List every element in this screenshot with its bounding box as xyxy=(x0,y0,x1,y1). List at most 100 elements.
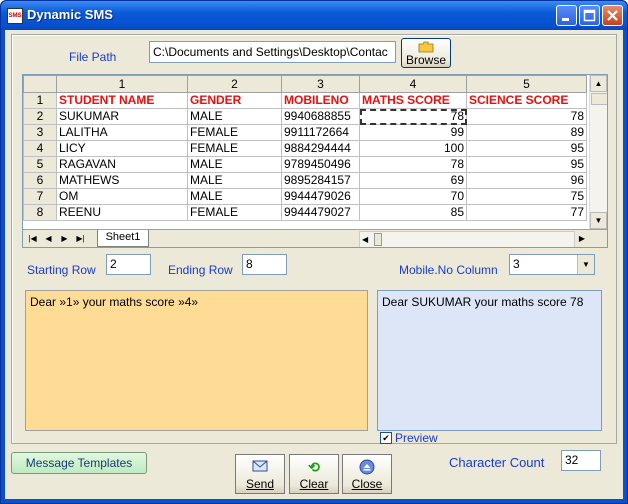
ending-row-label: Ending Row xyxy=(168,263,233,277)
table-cell[interactable]: 75 xyxy=(466,188,587,205)
table-cell[interactable]: 9884294444 xyxy=(281,140,360,157)
preview-label: Preview xyxy=(395,431,438,445)
table-cell[interactable]: 70 xyxy=(359,188,467,205)
table-cell[interactable]: 100 xyxy=(359,140,467,157)
table-cell[interactable]: FEMALE xyxy=(187,140,282,157)
table-cell[interactable]: 78 xyxy=(359,156,467,173)
last-sheet-icon[interactable]: ▶| xyxy=(73,231,88,246)
close-button[interactable]: Close xyxy=(342,454,392,494)
table-cell[interactable]: 9911172664 xyxy=(281,124,360,141)
table-row: 8 REENU FEMALE 9944479027 85 77 xyxy=(23,204,587,221)
client-area: File Path C:\Documents and Settings\Desk… xyxy=(5,30,623,499)
table-cell[interactable]: 9789450496 xyxy=(281,156,360,173)
table-cell[interactable]: LALITHA xyxy=(56,124,188,141)
table-row: 5 RAGAVAN MALE 9789450496 78 95 xyxy=(23,156,587,173)
table-cell[interactable]: MALE xyxy=(187,172,282,189)
table-cell[interactable]: 95 xyxy=(466,140,587,157)
table-cell[interactable]: 9895284157 xyxy=(281,172,360,189)
ending-row-input[interactable]: 8 xyxy=(242,254,287,275)
table-cell[interactable]: FEMALE xyxy=(187,124,282,141)
next-sheet-icon[interactable]: ▶ xyxy=(57,231,72,246)
table-cell[interactable]: 78 xyxy=(466,108,587,125)
table-row: 4 LICY FEMALE 9884294444 100 95 xyxy=(23,140,587,157)
column-number[interactable]: 2 xyxy=(187,75,282,93)
row-number[interactable]: 4 xyxy=(23,140,57,157)
column-number[interactable]: 5 xyxy=(466,75,587,93)
header-cell[interactable]: GENDER xyxy=(187,92,282,109)
preview-checkbox[interactable]: ✔ xyxy=(380,432,392,444)
column-number-row: 1 2 3 4 5 xyxy=(23,75,587,93)
row-number[interactable]: 5 xyxy=(23,156,57,173)
clear-button[interactable]: ⟲ Clear xyxy=(289,454,339,494)
message-templates-button[interactable]: Message Templates xyxy=(11,452,147,474)
first-sheet-icon[interactable]: |◀ xyxy=(25,231,40,246)
table-cell[interactable]: 85 xyxy=(359,204,467,221)
column-number[interactable]: 4 xyxy=(359,75,467,93)
table-cell[interactable]: LICY xyxy=(56,140,188,157)
column-number[interactable]: 3 xyxy=(281,75,360,93)
table-cell[interactable]: 9940688855 xyxy=(281,108,360,125)
table-cell[interactable]: 77 xyxy=(466,204,587,221)
close-window-button[interactable] xyxy=(602,5,623,26)
vertical-scroll-thumb[interactable] xyxy=(591,93,607,105)
table-cell[interactable]: 95 xyxy=(466,156,587,173)
close-icon xyxy=(607,10,618,21)
minimize-button[interactable] xyxy=(556,5,577,26)
row-number[interactable]: 3 xyxy=(23,124,57,141)
eject-icon xyxy=(343,459,391,475)
sheet-tab[interactable]: Sheet1 xyxy=(97,230,149,247)
horizontal-scrollbar[interactable]: ◀ xyxy=(359,231,575,247)
row-number[interactable]: 8 xyxy=(23,204,57,221)
table-cell[interactable]: 89 xyxy=(466,124,587,141)
send-button-label: Send xyxy=(245,477,275,491)
scroll-left-arrow-icon[interactable]: ◀ xyxy=(362,232,368,247)
selected-cell[interactable]: 78 xyxy=(359,108,467,125)
send-button[interactable]: Send xyxy=(235,454,285,494)
table-cell[interactable]: RAGAVAN xyxy=(56,156,188,173)
vertical-scrollbar[interactable]: ▲ ▼ xyxy=(589,75,607,229)
table-cell[interactable]: FEMALE xyxy=(187,204,282,221)
chevron-down-icon[interactable]: ▼ xyxy=(577,255,594,274)
mobile-column-value: 3 xyxy=(513,257,520,271)
mobile-column-select[interactable]: 3 ▼ xyxy=(509,254,595,275)
scroll-right-arrow-icon[interactable]: ▶ xyxy=(575,231,589,246)
column-number[interactable]: 1 xyxy=(56,75,188,93)
header-cell[interactable]: SCIENCE SCORE xyxy=(466,92,587,109)
starting-row-input[interactable]: 2 xyxy=(106,254,151,275)
table-cell[interactable]: MALE xyxy=(187,156,282,173)
table-cell[interactable]: MALE xyxy=(187,108,282,125)
scroll-down-arrow-icon[interactable]: ▼ xyxy=(590,212,607,229)
maximize-icon xyxy=(583,9,596,22)
table-cell[interactable]: 99 xyxy=(359,124,467,141)
message-preview: Dear SUKUMAR your maths score 78 xyxy=(377,290,602,431)
horizontal-scroll-thumb[interactable] xyxy=(374,233,382,246)
table-cell[interactable]: MALE xyxy=(187,188,282,205)
header-cell[interactable]: STUDENT NAME xyxy=(56,92,188,109)
table-cell[interactable]: 9944479027 xyxy=(281,204,360,221)
starting-row-label: Starting Row xyxy=(27,263,96,277)
table-cell[interactable]: 69 xyxy=(359,172,467,189)
scroll-up-arrow-icon[interactable]: ▲ xyxy=(590,75,607,92)
file-path-input[interactable]: C:\Documents and Settings\Desktop\Contac xyxy=(149,41,396,63)
table-cell[interactable]: 9944479026 xyxy=(281,188,360,205)
table-cell[interactable]: OM xyxy=(56,188,188,205)
message-template-editor[interactable]: Dear »1» your maths score »4» xyxy=(25,290,368,431)
corner-cell[interactable] xyxy=(23,75,57,93)
refresh-icon: ⟲ xyxy=(308,459,320,475)
header-cell[interactable]: MOBILENO xyxy=(281,92,360,109)
app-window: SMS Dynamic SMS File Path C:\Documents a… xyxy=(0,0,628,504)
maximize-button[interactable] xyxy=(579,5,600,26)
table-cell[interactable]: SUKUMAR xyxy=(56,108,188,125)
spreadsheet-grid[interactable]: 1 2 3 4 5 1 STUDENT NAME GENDER MOBILENO… xyxy=(22,74,608,248)
table-row: 3 LALITHA FEMALE 9911172664 99 89 xyxy=(23,124,587,141)
previous-sheet-icon[interactable]: ◀ xyxy=(41,231,56,246)
header-cell[interactable]: MATHS SCORE xyxy=(359,92,467,109)
row-number[interactable]: 6 xyxy=(23,172,57,189)
table-cell[interactable]: MATHEWS xyxy=(56,172,188,189)
row-number[interactable]: 2 xyxy=(23,108,57,125)
table-cell[interactable]: REENU xyxy=(56,204,188,221)
row-number[interactable]: 1 xyxy=(23,92,57,109)
table-cell[interactable]: 96 xyxy=(466,172,587,189)
row-number[interactable]: 7 xyxy=(23,188,57,205)
browse-button[interactable]: Browse xyxy=(401,38,451,68)
